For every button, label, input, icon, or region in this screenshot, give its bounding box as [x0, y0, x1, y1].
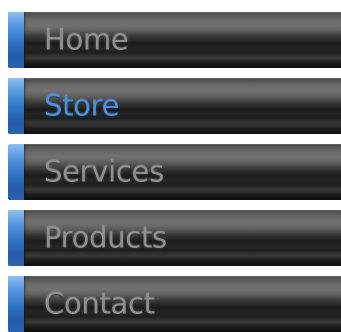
menu-item-products[interactable]: Products — [8, 210, 341, 266]
menu-item-label: Store — [44, 88, 120, 123]
menu-item-accent — [8, 210, 24, 266]
menu-item-home[interactable]: Home — [8, 12, 341, 68]
menu-item-store[interactable]: Store — [8, 78, 341, 134]
menu-item-label: Services — [44, 154, 164, 189]
menu-item-services[interactable]: Services — [8, 144, 341, 200]
menu-item-accent — [8, 12, 24, 68]
menu-item-contact[interactable]: Contact — [8, 276, 341, 332]
menu-item-label: Products — [44, 220, 167, 255]
menu-item-label: Contact — [44, 286, 155, 321]
nav-menu: Home Store Services Products Contact — [0, 0, 341, 332]
menu-item-label: Home — [44, 22, 129, 57]
menu-item-accent — [8, 144, 24, 200]
menu-item-accent — [8, 78, 24, 134]
menu-item-accent — [8, 276, 24, 332]
